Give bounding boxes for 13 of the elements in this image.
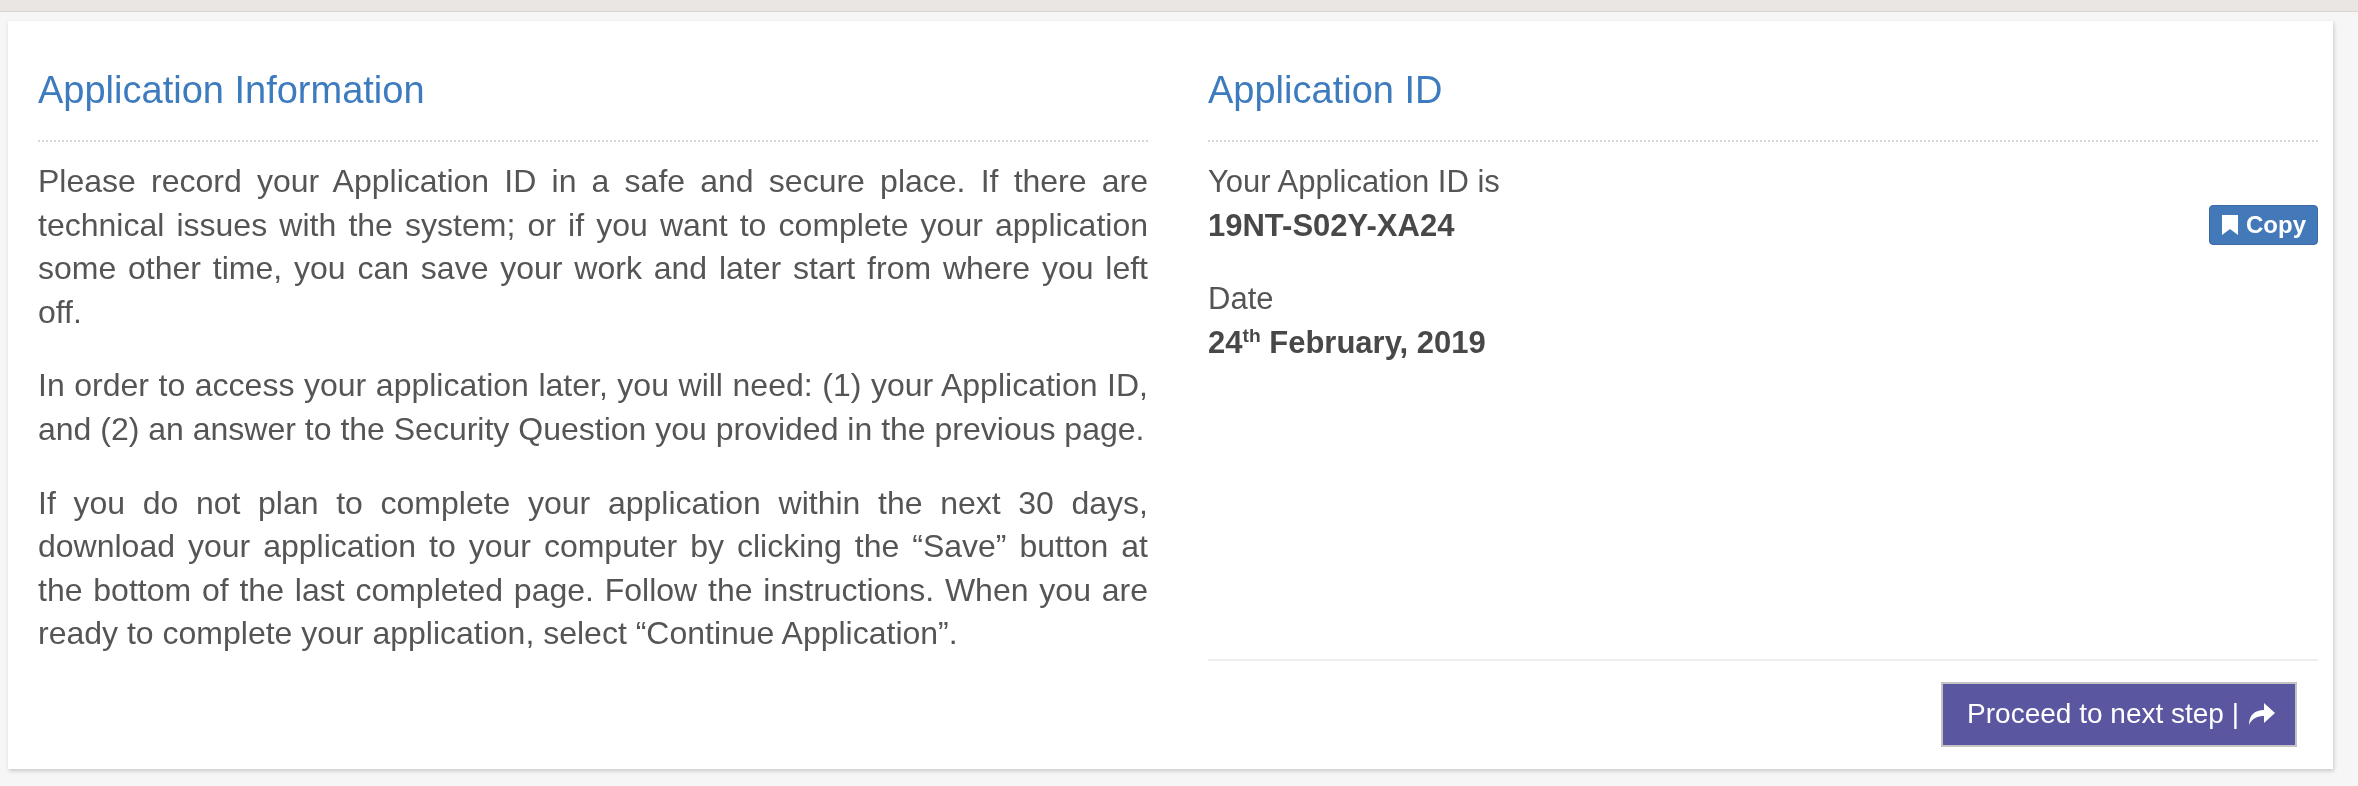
field-value: 19NT-S02Y-XA24 [1208, 206, 1455, 245]
instruction-paragraph: If you do not plan to complete your application within the next 30 days, download your application to your computer by clicking the “Save” button at the bottom of the last completed page. Follow the instructions. When you are ready to complete your application, select “Continue Application”. [38, 483, 1148, 654]
proceed-button[interactable]: Proceed to next step | [1941, 681, 2297, 747]
field-label: Date [1208, 280, 1274, 319]
instruction-paragraph: Please record your Application ID in a safe and secure place. If there are technical issues with the system; or if you want to complete your application some other time, you can save your work and later start from where you left off. [38, 162, 1148, 332]
field-label: Your Application ID is [1208, 163, 1500, 201]
curved-arrow-icon [2249, 703, 2275, 726]
section-heading: Application Information [38, 70, 426, 110]
copy-button[interactable]: Copy [2209, 205, 2318, 246]
bookmark-icon [2222, 215, 2238, 236]
field-value: 24$^{th}$ February, 2019 [1208, 323, 1486, 362]
section-heading: Application ID [1208, 70, 1444, 110]
instruction-paragraph: In order to access your application later, you will need: (1) your Application ID, and (2) an answer to the Security Question you provided in the previous page. [38, 366, 1148, 449]
